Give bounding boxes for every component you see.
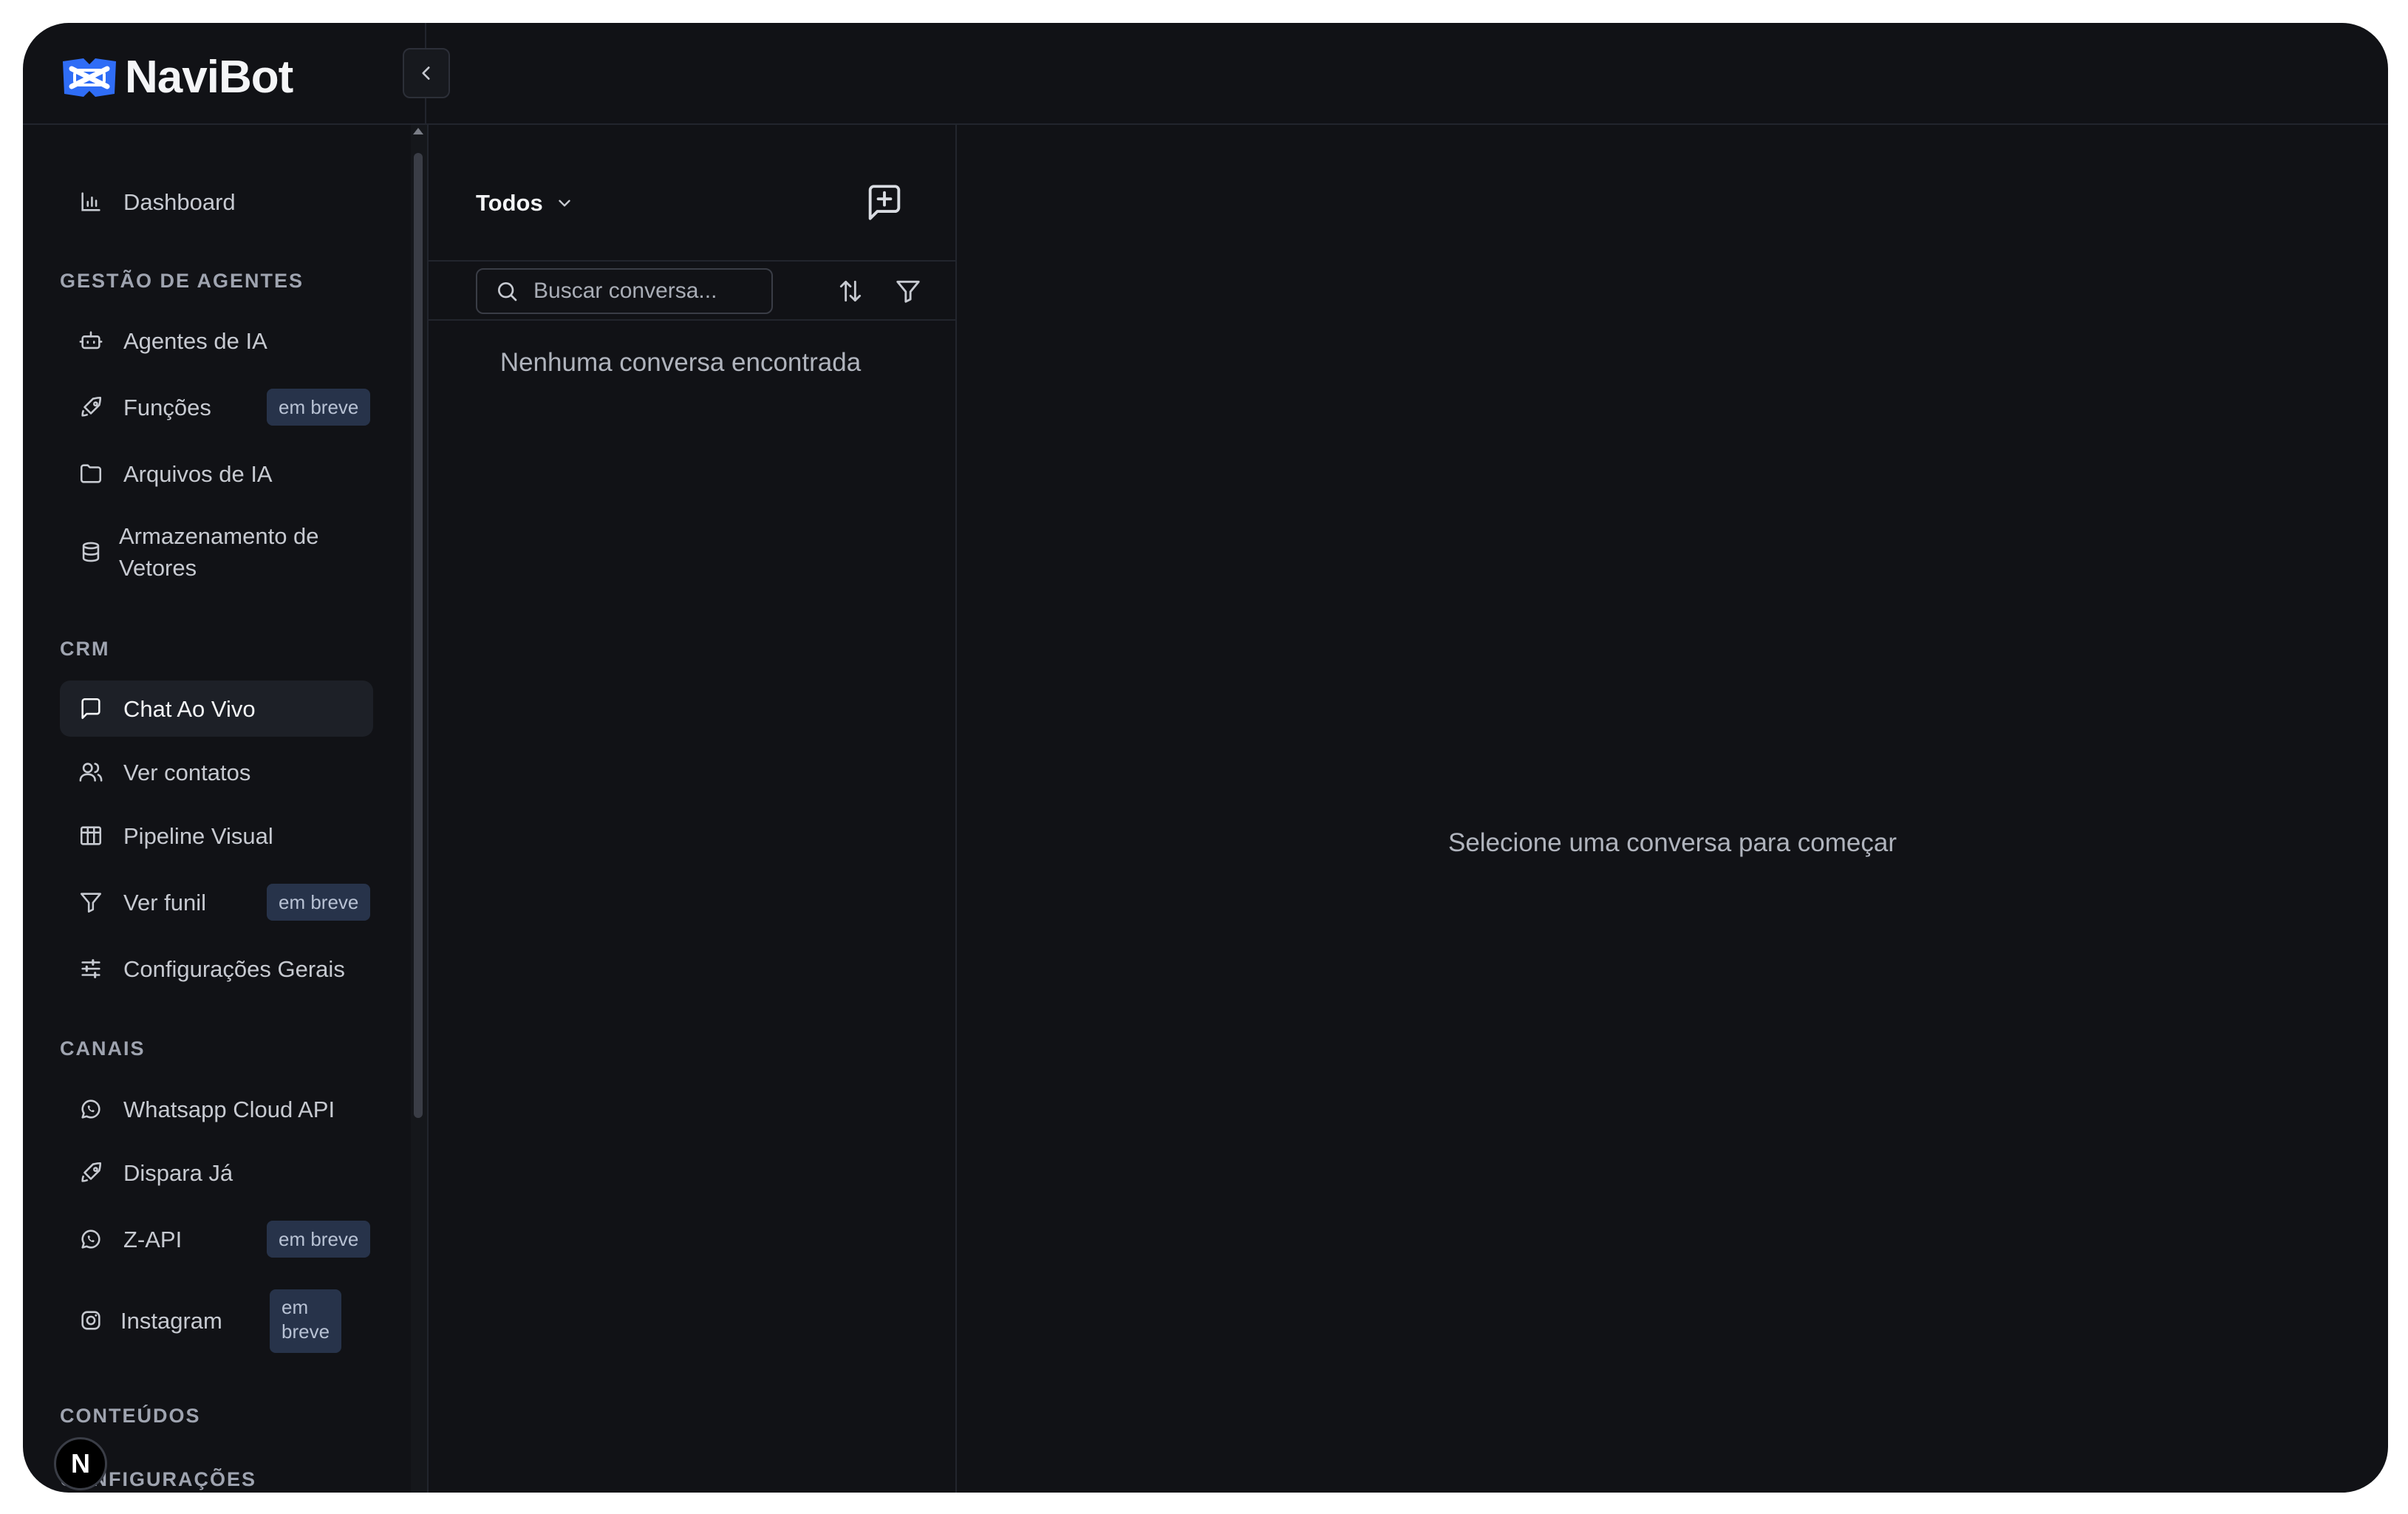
columns-icon (76, 821, 106, 850)
sidebar-item-label-line1: Armazenamento de (119, 523, 319, 549)
sidebar-scrollbar-thumb[interactable] (414, 153, 423, 1118)
status-badge: em breve (267, 1221, 371, 1258)
message-square-icon (76, 694, 106, 723)
select-conversation-message: Selecione uma conversa para começar (1448, 828, 1897, 857)
section-title-contents: CONTEÚDOS (60, 1405, 201, 1427)
avatar[interactable]: N (54, 1437, 107, 1490)
sidebar-item-label: Chat Ao Vivo (123, 695, 256, 722)
bot-icon (76, 326, 106, 355)
funnel-icon (76, 887, 106, 917)
divider (429, 260, 955, 262)
logo[interactable]: NaviBot (58, 51, 293, 103)
collapse-sidebar-button[interactable] (403, 48, 450, 98)
status-badge-line2: breve (282, 1320, 330, 1343)
sidebar-item-label: Pipeline Visual (123, 822, 273, 849)
conversation-filter-dropdown[interactable]: Todos (476, 190, 574, 216)
bar-chart-icon (76, 187, 106, 216)
sidebar-item-label: Ver funil (123, 889, 207, 915)
sidebar-item-label: Armazenamento de Vetores (119, 520, 319, 584)
sidebar-item-label: Funções (123, 394, 211, 420)
sidebar-item-label: Agentes de IA (123, 327, 267, 354)
rocket-icon (76, 392, 106, 422)
rocket-icon (76, 1158, 106, 1187)
sliders-icon (76, 954, 106, 983)
scroll-up-arrow-icon[interactable] (413, 128, 423, 134)
new-conversation-icon[interactable] (863, 181, 906, 224)
sidebar-item-ver-contatos[interactable]: Ver contatos (60, 744, 373, 800)
search-icon (498, 282, 517, 301)
sidebar-item-armazenamento-vetores[interactable]: Armazenamento de Vetores (60, 509, 373, 595)
top-header: NaviBot (23, 23, 2388, 125)
chevron-left-icon (422, 67, 430, 80)
empty-conversations-message: Nenhuma conversa encontrada (499, 348, 862, 377)
sidebar-item-label: Z-API (123, 1226, 183, 1252)
section-title-channels: CANAIS (60, 1037, 146, 1060)
section-title-agents: GESTÃO DE AGENTES (60, 270, 304, 292)
sidebar-item-label: Dispara Já (123, 1159, 233, 1186)
sidebar-item-chat-ao-vivo[interactable]: Chat Ao Vivo (60, 681, 373, 737)
sort-icon[interactable] (836, 277, 864, 305)
chevron-down-icon (558, 200, 570, 207)
filter-label: Todos (476, 190, 543, 216)
sidebar-item-label-line2: Vetores (119, 555, 197, 581)
sidebar-item-label: Arquivos de IA (123, 460, 273, 487)
sidebar-item-label: Configurações Gerais (123, 955, 345, 982)
status-badge: em breve (270, 1289, 342, 1353)
instagram-icon (76, 1306, 106, 1335)
sidebar-item-label: Dashboard (123, 188, 236, 215)
chat-main-area: Selecione uma conversa para começar (957, 125, 2388, 1493)
sidebar-item-label: Whatsapp Cloud API (123, 1096, 335, 1122)
sidebar-item-configuracoes-gerais[interactable]: Configurações Gerais (60, 941, 373, 997)
app-window: NaviBot Dashboard GESTÃO DE AGENTES Agen… (23, 23, 2388, 1493)
sidebar: Dashboard GESTÃO DE AGENTES Agentes de I… (23, 125, 410, 1493)
avatar-letter: N (71, 1448, 90, 1479)
search-field[interactable] (476, 268, 773, 314)
status-badge: em breve (267, 884, 371, 921)
status-badge: em breve (267, 389, 371, 426)
sidebar-item-label: Ver contatos (123, 759, 251, 785)
sidebar-item-agentes-ia[interactable]: Agentes de IA (60, 313, 373, 369)
filter-icon[interactable] (894, 277, 922, 305)
navibot-logo-icon (63, 58, 116, 97)
divider (429, 319, 955, 321)
whatsapp-icon (76, 1094, 106, 1124)
section-title-crm: CRM (60, 638, 110, 660)
sidebar-item-whatsapp-cloud-api[interactable]: Whatsapp Cloud API (60, 1081, 373, 1137)
database-icon (76, 537, 106, 567)
folder-icon (76, 459, 106, 488)
whatsapp-icon (76, 1224, 106, 1254)
sidebar-item-pipeline-visual[interactable]: Pipeline Visual (60, 808, 373, 864)
users-icon (76, 757, 106, 787)
app-name: NaviBot (125, 52, 293, 103)
sidebar-item-dashboard[interactable]: Dashboard (60, 174, 373, 230)
sidebar-item-arquivos-ia[interactable]: Arquivos de IA (60, 446, 373, 502)
conversation-list-panel: Todos Nenhuma conversa encontrada (429, 125, 955, 1493)
search-input[interactable] (532, 278, 771, 304)
sidebar-item-label: Instagram (120, 1307, 222, 1334)
status-badge-line1: em (282, 1296, 309, 1318)
sidebar-item-dispara-ja[interactable]: Dispara Já (60, 1145, 373, 1201)
